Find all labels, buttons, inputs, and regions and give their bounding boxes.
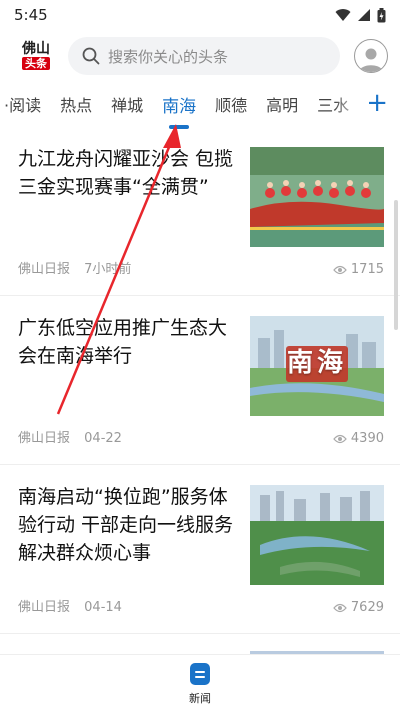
tab-chancheng[interactable]: 禅城 (111, 92, 143, 116)
news-item[interactable]: 南海启动“换位跑”服务体验行动 干部走向一线服务解决群众烦心事 佛山日报 04-… (0, 465, 400, 634)
tab-shunde[interactable]: 顺德 (215, 92, 247, 116)
news-views-count: 4390 (350, 431, 384, 446)
news-views: 7629 (333, 600, 384, 615)
tabs-fade (334, 82, 364, 126)
tab-redian[interactable]: 热点 (60, 92, 92, 116)
tab-gaoming[interactable]: 高明 (266, 92, 298, 116)
news-time: 04-22 (84, 431, 122, 446)
battery-icon (377, 7, 386, 22)
news-views: 1715 (333, 262, 384, 277)
news-meta: 佛山日报 04-14 (18, 596, 122, 615)
news-title: 广东低空应用推广生态大会在南海举行 (18, 317, 228, 367)
nav-item-news[interactable]: 新闻 (188, 661, 212, 706)
signal-icon (358, 9, 370, 21)
news-source: 佛山日报 (18, 262, 71, 277)
thumbnail-caption: 南海 (286, 348, 347, 378)
news-meta: 佛山日报 7小时前 (18, 258, 131, 277)
add-channel-button[interactable]: + (366, 90, 388, 116)
scrollbar[interactable] (394, 200, 398, 330)
bottom-nav: 新闻 (0, 654, 400, 711)
app-logo[interactable]: 佛山 头条 (18, 38, 54, 74)
news-views-count: 7629 (350, 600, 384, 615)
user-icon (359, 48, 383, 72)
nanhai-park-photo (250, 485, 384, 585)
channel-tabs: ·阅读 热点 禅城 南海 顺德 高明 三水 + (0, 82, 400, 129)
news-icon (190, 662, 210, 685)
news-source: 佛山日报 (18, 600, 71, 615)
nav-label-news: 新闻 (189, 691, 211, 705)
logo-line2: 头条 (22, 57, 50, 70)
app-header: 佛山 头条 搜索你关心的头条 (0, 30, 400, 82)
tab-yuedu[interactable]: ·阅读 (4, 92, 41, 116)
search-icon (82, 47, 100, 65)
status-bar: 5:45 (0, 0, 400, 30)
tab-nanhai-label: 南海 (162, 96, 197, 117)
search-input[interactable]: 搜索你关心的头条 (68, 37, 340, 75)
news-views-count: 1715 (350, 262, 384, 277)
news-meta: 佛山日报 04-22 (18, 427, 122, 446)
news-time: 04-14 (84, 600, 122, 615)
news-thumbnail (250, 485, 384, 585)
status-icons (335, 7, 386, 23)
news-views: 4390 (333, 431, 384, 446)
news-title: 九江龙舟闪耀亚沙会 包揽三金实现赛事“全满贯” (18, 148, 234, 198)
search-placeholder: 搜索你关心的头条 (108, 47, 229, 66)
news-time: 7小时前 (84, 262, 132, 277)
status-time: 5:45 (14, 6, 48, 24)
news-title: 南海启动“换位跑”服务体验行动 干部走向一线服务解决群众烦心事 (18, 486, 234, 564)
news-list: 九江龙舟闪耀亚沙会 包揽三金实现赛事“全满贯” 佛山日报 7小时前 1715 广… (0, 127, 400, 634)
news-item[interactable]: 广东低空应用推广生态大会在南海举行 佛山日报 04-22 4390 (0, 296, 400, 465)
user-avatar-button[interactable] (354, 39, 388, 73)
wifi-icon (335, 9, 351, 21)
eye-icon (333, 434, 347, 443)
news-item[interactable]: 九江龙舟闪耀亚沙会 包揽三金实现赛事“全满贯” 佛山日报 7小时前 1715 (0, 127, 400, 296)
eye-icon (333, 265, 347, 274)
tab-nanhai[interactable]: 南海 (162, 92, 197, 129)
dragon-boat-photo (250, 147, 384, 247)
eye-icon (333, 603, 347, 612)
logo-line1: 佛山 (22, 41, 50, 57)
news-source: 佛山日报 (18, 431, 71, 446)
news-thumbnail (250, 147, 384, 247)
